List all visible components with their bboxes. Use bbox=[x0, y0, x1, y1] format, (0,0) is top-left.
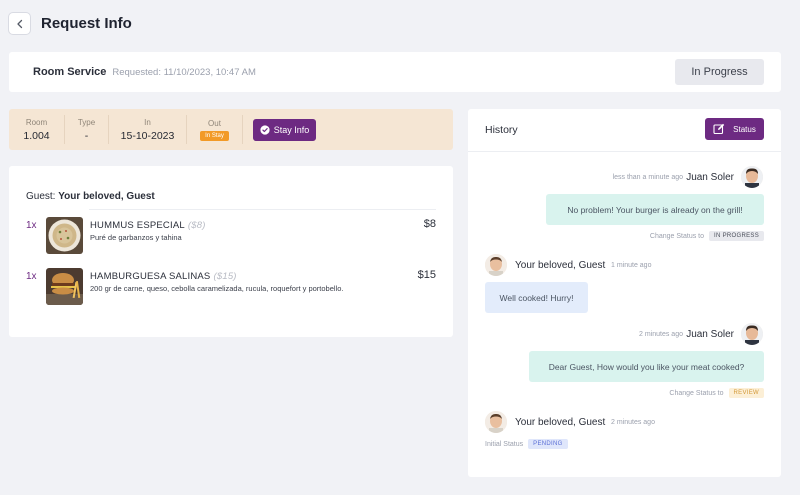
message-author: Your beloved, Guest bbox=[515, 417, 606, 428]
message-author: Juan Soler bbox=[686, 172, 734, 183]
item-quantity: 1x bbox=[26, 271, 37, 282]
status-pill: PENDING bbox=[528, 439, 568, 449]
message-bubble: Well cooked! Hurry! bbox=[485, 282, 588, 313]
message-bubble: No problem! Your burger is already on th… bbox=[546, 194, 764, 225]
status-pill: REVIEW bbox=[728, 388, 764, 398]
item-original-price: ($8) bbox=[187, 220, 206, 231]
divider bbox=[468, 151, 781, 152]
check-out-field: Out In Stay bbox=[187, 115, 243, 144]
room-value: 1.004 bbox=[23, 129, 50, 142]
status-note-label: Change Status to bbox=[649, 232, 705, 240]
service-card: Room Service Requested: 11/10/2023, 10:4… bbox=[9, 52, 781, 92]
item-price: $15 bbox=[417, 269, 436, 281]
item-price: $8 bbox=[423, 218, 436, 230]
message-author: Your beloved, Guest bbox=[515, 260, 606, 271]
hummus-image bbox=[46, 217, 83, 254]
status-pill: IN PROGRESS bbox=[709, 231, 764, 241]
item-title: HAMBURGUESA SALINAS bbox=[90, 271, 211, 282]
service-name: Room Service bbox=[33, 66, 107, 78]
order-card: Guest: Your beloved, Guest 1x HUMMUS ESP… bbox=[9, 166, 453, 337]
burger-image bbox=[46, 268, 83, 305]
item-original-price: ($15) bbox=[213, 271, 237, 282]
type-label: Type bbox=[77, 117, 96, 127]
item-description: 200 gr de carne, queso, cebolla carameli… bbox=[90, 284, 344, 293]
stay-info-strip: Room 1.004 Type - In 15-10-2023 Out In S… bbox=[9, 109, 453, 150]
item-quantity: 1x bbox=[26, 220, 37, 231]
page-header: Request Info bbox=[8, 12, 132, 35]
message-bubble: Dear Guest, How would you like your meat… bbox=[529, 351, 764, 382]
avatar bbox=[485, 411, 507, 433]
page-title: Request Info bbox=[41, 15, 132, 32]
order-item: 1x HUMMUS ESPECIAL ($8) Puré de garbanzos… bbox=[26, 217, 436, 255]
in-stay-badge: In Stay bbox=[200, 130, 229, 141]
avatar bbox=[741, 323, 763, 345]
status-note-label: Change Status to bbox=[669, 389, 724, 397]
status-change-note: Initial Status PENDING bbox=[485, 439, 568, 449]
room-label: Room bbox=[25, 117, 48, 127]
guest-prefix: Guest: bbox=[26, 191, 56, 202]
status-button-label: Status bbox=[733, 124, 756, 134]
change-status-button[interactable]: Status bbox=[705, 118, 764, 140]
guest-line: Guest: Your beloved, Guest bbox=[26, 191, 155, 202]
history-title: History bbox=[485, 124, 518, 136]
requested-timestamp: Requested: 11/10/2023, 10:47 AM bbox=[112, 66, 256, 78]
status-note-label: Initial Status bbox=[485, 440, 524, 448]
divider bbox=[89, 209, 436, 210]
stay-info-button[interactable]: Stay Info bbox=[253, 118, 316, 141]
type-value: - bbox=[84, 129, 89, 142]
message-time: 2 minutes ago bbox=[639, 331, 683, 338]
item-title: HUMMUS ESPECIAL bbox=[90, 220, 185, 231]
item-name: HUMMUS ESPECIAL ($8) bbox=[90, 220, 206, 231]
history-panel: History Status less than a minute ago Ju… bbox=[468, 109, 781, 477]
avatar bbox=[741, 166, 763, 188]
edit-icon bbox=[713, 123, 725, 135]
back-button[interactable] bbox=[8, 12, 31, 35]
item-description: Puré de garbanzos y tahina bbox=[90, 233, 182, 242]
out-label: Out bbox=[208, 118, 221, 128]
message-time: less than a minute ago bbox=[612, 174, 683, 181]
check-in-field: In 15-10-2023 bbox=[109, 115, 187, 144]
chevron-left-icon bbox=[16, 19, 22, 28]
message-author: Juan Soler bbox=[686, 329, 734, 340]
in-progress-button[interactable]: In Progress bbox=[675, 59, 764, 85]
check-circle-icon bbox=[260, 124, 270, 135]
message-time: 1 minute ago bbox=[611, 262, 652, 269]
avatar bbox=[485, 254, 507, 276]
item-name: HAMBURGUESA SALINAS ($15) bbox=[90, 271, 237, 282]
room-field: Room 1.004 bbox=[9, 115, 65, 144]
guest-name: Your beloved, Guest bbox=[58, 191, 155, 202]
status-change-note: Change Status to IN PROGRESS bbox=[650, 231, 764, 241]
order-item: 1x HAMBURGUESA SALINAS ($15) 200 gr de ca… bbox=[26, 268, 436, 306]
message-time: 2 minutes ago bbox=[611, 419, 655, 426]
stay-info-label: Stay Info bbox=[273, 124, 310, 135]
type-field: Type - bbox=[65, 115, 109, 144]
in-label: In bbox=[144, 117, 151, 127]
status-change-note: Change Status to REVIEW bbox=[669, 388, 764, 398]
in-value: 15-10-2023 bbox=[120, 129, 175, 142]
